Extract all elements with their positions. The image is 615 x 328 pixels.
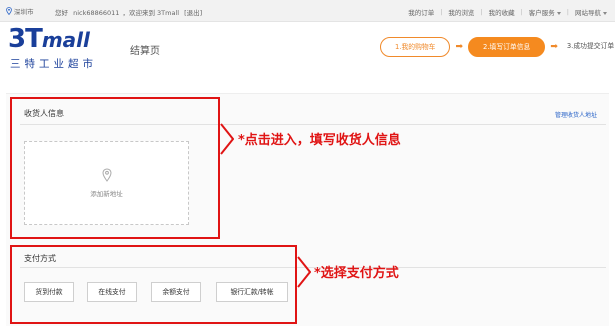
annotation-pointer-icon [220, 123, 234, 155]
top-links: 我的订单 | 我的浏览 | 我的收藏 | 客户服务 | 网站导航 [408, 7, 607, 17]
site-logo[interactable]: 3Tmall 三特工业超市 [8, 24, 118, 72]
top-link-favorites[interactable]: 我的收藏 [489, 7, 515, 17]
chevron-down-icon [603, 11, 607, 15]
logo-wordmark: 3Tmall [8, 24, 90, 54]
step-fill-order: 2.填写订单信息 [468, 37, 546, 57]
location-selector[interactable]: 深圳市 [6, 6, 34, 16]
step-submit: 3.成功提交订单 [562, 37, 615, 57]
manage-address-link[interactable]: 管理收货人地址 [555, 110, 597, 119]
username: nick68866011 [73, 9, 120, 17]
step-cart[interactable]: 1.我的购物车 [380, 37, 451, 57]
arrow-right-icon: ➡ [455, 42, 464, 52]
page-title: 结算页 [130, 46, 160, 57]
top-link-sitemap[interactable]: 网站导航 [575, 7, 607, 17]
annotation-hint-payment: *选择支付方式 [314, 266, 399, 281]
divider: | [520, 8, 523, 16]
greeting-text: 您好 [55, 9, 68, 17]
annotation-pointer-icon [297, 256, 311, 288]
checkout-steps: 1.我的购物车 ➡ 2.填写订单信息 ➡ 3.成功提交订单 [380, 37, 615, 57]
logout-link[interactable]: [退出] [184, 9, 202, 17]
logo-subtitle: 三特工业超市 [10, 58, 97, 70]
arrow-right-icon: ➡ [550, 42, 558, 52]
annotation-highlight-payment [10, 245, 297, 324]
location-text: 深圳市 [14, 8, 34, 16]
location-pin-icon [6, 7, 12, 15]
top-link-sitemap-label: 网站导航 [575, 9, 601, 17]
divider: | [480, 8, 483, 16]
top-bar: 深圳市 您好 nick68866011 ，欢迎来到 3Tmall [退出] 我的订… [0, 0, 615, 22]
top-link-orders[interactable]: 我的订单 [408, 7, 434, 17]
divider: | [440, 8, 443, 16]
top-link-service-label: 客户服务 [528, 9, 555, 17]
divider: | [566, 8, 569, 16]
welcome-text: ，欢迎来到 3Tmall [122, 9, 180, 17]
greeting: 您好 nick68866011 ，欢迎来到 3Tmall [退出] [55, 7, 205, 17]
top-link-service[interactable]: 客户服务 [529, 7, 561, 17]
chevron-down-icon [556, 11, 561, 15]
logo-brand-tail: mall [41, 28, 90, 52]
top-link-history[interactable]: 我的浏览 [448, 7, 474, 17]
annotation-hint-receiver: *点击进入，填写收货人信息 [238, 133, 401, 148]
annotation-highlight-receiver [10, 97, 220, 239]
logo-brand-main: 3T [8, 24, 43, 54]
